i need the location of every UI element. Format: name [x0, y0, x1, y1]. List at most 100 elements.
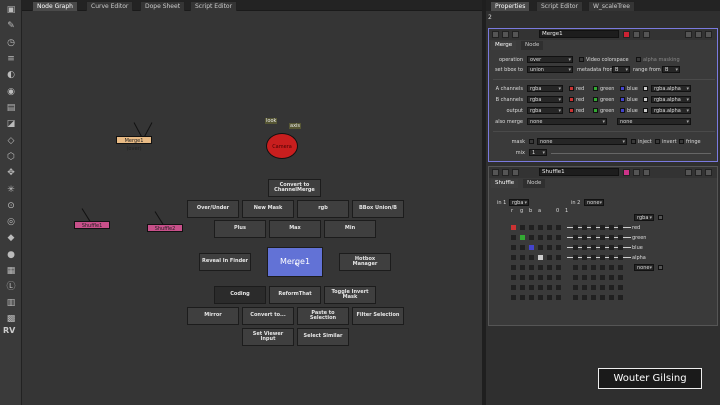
- shuffle-cell[interactable]: [573, 285, 578, 290]
- out-alpha-checkbox[interactable]: [643, 108, 648, 113]
- shuffle-cell[interactable]: [618, 265, 623, 270]
- alpha-masking-checkbox[interactable]: [636, 57, 641, 62]
- convert-to-button[interactable]: Convert to...: [242, 307, 294, 325]
- shuffle-cell[interactable]: [591, 235, 596, 240]
- shuffle-cell[interactable]: [520, 295, 525, 300]
- filter-icon[interactable]: ◉: [4, 86, 18, 98]
- merge-icon[interactable]: ◪: [4, 118, 18, 130]
- shuffle2-node[interactable]: Shuffle2: [147, 224, 183, 232]
- shuffle-cell[interactable]: [600, 255, 605, 260]
- fringe-checkbox[interactable]: [679, 139, 684, 144]
- color-icon[interactable]: ◐: [4, 69, 18, 81]
- tab-w-scaletree[interactable]: W_scaleTree: [588, 1, 635, 11]
- pink-swatch-icon[interactable]: [623, 169, 630, 176]
- help-icon[interactable]: [512, 169, 519, 176]
- draw-icon[interactable]: ✎: [4, 20, 18, 32]
- keyer-icon[interactable]: ▤: [4, 102, 18, 114]
- shuffle-cell[interactable]: [547, 225, 552, 230]
- out-blue-checkbox[interactable]: [620, 108, 625, 113]
- shuffle-cell[interactable]: [547, 285, 552, 290]
- tab-script-editor-2[interactable]: Script Editor: [536, 1, 584, 11]
- shuffle-cell[interactable]: [609, 295, 614, 300]
- shuffle-cell[interactable]: [520, 225, 525, 230]
- shuffle-cell[interactable]: [573, 265, 578, 270]
- shuffle-cell[interactable]: [556, 245, 561, 250]
- a-alpha-checkbox[interactable]: [643, 86, 648, 91]
- max-button[interactable]: Max: [269, 220, 321, 238]
- shuffle-cell[interactable]: [511, 275, 516, 280]
- coding-button[interactable]: Coding: [214, 286, 266, 304]
- b-green-checkbox[interactable]: [593, 97, 598, 102]
- shuffle-cell[interactable]: [538, 295, 543, 300]
- shuffle-cell[interactable]: [520, 275, 525, 280]
- shuffle-cell[interactable]: [591, 275, 596, 280]
- shuffle-cell[interactable]: [591, 265, 596, 270]
- shuffle-cell[interactable]: [582, 225, 587, 230]
- shuffle-cell[interactable]: [538, 275, 543, 280]
- shuffle-cell[interactable]: [511, 265, 516, 270]
- mask-dropdown[interactable]: none: [537, 138, 627, 145]
- tab-shuffle[interactable]: Shuffle: [491, 179, 519, 188]
- shuffle-cell[interactable]: [547, 245, 552, 250]
- shuffle-cell[interactable]: [520, 235, 525, 240]
- shuffle-cell[interactable]: [520, 245, 525, 250]
- shuffle-cell[interactable]: [547, 255, 552, 260]
- a-red-checkbox[interactable]: [569, 86, 574, 91]
- close-icon[interactable]: [705, 31, 712, 38]
- revert-icon[interactable]: [633, 31, 640, 38]
- in1-dropdown[interactable]: rgba: [509, 199, 529, 206]
- shuffle-cell[interactable]: [600, 225, 605, 230]
- toolsets-icon[interactable]: ▩: [4, 313, 18, 325]
- mix-value-field[interactable]: 1: [529, 149, 547, 156]
- shuffle-cell[interactable]: [582, 295, 587, 300]
- shuffle-cell[interactable]: [582, 235, 587, 240]
- shuffle-cell[interactable]: [618, 225, 623, 230]
- shuffle1-node[interactable]: Shuffle1: [74, 221, 110, 229]
- hotbox-manager-button[interactable]: Hotbox Manager: [339, 253, 391, 271]
- bbox-dropdown[interactable]: union: [527, 66, 573, 73]
- shuffle-cell[interactable]: [556, 265, 561, 270]
- video-colorspace-checkbox[interactable]: [579, 57, 584, 62]
- shuffle-cell[interactable]: [618, 235, 623, 240]
- b-channels-dropdown[interactable]: rgba: [527, 96, 563, 103]
- invert-checkbox[interactable]: [655, 139, 660, 144]
- shuffle-cell[interactable]: [582, 245, 587, 250]
- out2-dropdown[interactable]: none: [634, 264, 654, 271]
- over-under-button[interactable]: Over/Under: [187, 200, 239, 218]
- shuffle-cell[interactable]: [556, 275, 561, 280]
- metadata-icon[interactable]: ✳: [4, 184, 18, 196]
- inject-checkbox[interactable]: [631, 139, 636, 144]
- shuffle-cell[interactable]: [511, 295, 516, 300]
- mix-slider[interactable]: [551, 153, 711, 154]
- toggle-invert-mask-button[interactable]: Toggle Invert Mask: [324, 286, 376, 304]
- shuffle-cell[interactable]: [556, 235, 561, 240]
- shuffle-cell[interactable]: [609, 285, 614, 290]
- red-swatch-icon[interactable]: [623, 31, 630, 38]
- shuffle-cell[interactable]: [573, 235, 578, 240]
- node-graph-canvas[interactable]: Merge1 (over) look axis Camera Shuffle1 …: [22, 11, 482, 405]
- tab-node-graph[interactable]: Node Graph: [32, 1, 78, 11]
- help-icon[interactable]: [512, 31, 519, 38]
- new-mask-button[interactable]: New Mask: [242, 200, 294, 218]
- shuffle-cell[interactable]: [582, 285, 587, 290]
- shuffle-cell[interactable]: [511, 235, 516, 240]
- shuffle-cell[interactable]: [609, 275, 614, 280]
- rv-label[interactable]: RV: [3, 326, 15, 335]
- maximize-icon[interactable]: [695, 169, 702, 176]
- shuffle-cell[interactable]: [556, 285, 561, 290]
- also-merge-dropdown-2[interactable]: none: [617, 118, 691, 125]
- tab-node[interactable]: Node: [521, 41, 544, 50]
- shuffle-cell[interactable]: [556, 255, 561, 260]
- ocula-icon[interactable]: ▥: [4, 297, 18, 309]
- min-button[interactable]: Min: [324, 220, 376, 238]
- out2-lock-icon[interactable]: [658, 265, 663, 270]
- select-similar-button[interactable]: Select Similar: [297, 328, 349, 346]
- shuffle-cell[interactable]: [538, 245, 543, 250]
- shuffle-cell[interactable]: [600, 245, 605, 250]
- also-merge-dropdown[interactable]: none: [527, 118, 607, 125]
- shuffle-cell[interactable]: [573, 225, 578, 230]
- shuffle-cell[interactable]: [520, 285, 525, 290]
- mirror-button[interactable]: Mirror: [187, 307, 239, 325]
- tab-properties[interactable]: Properties: [490, 1, 531, 11]
- camera-node[interactable]: Camera: [266, 133, 298, 159]
